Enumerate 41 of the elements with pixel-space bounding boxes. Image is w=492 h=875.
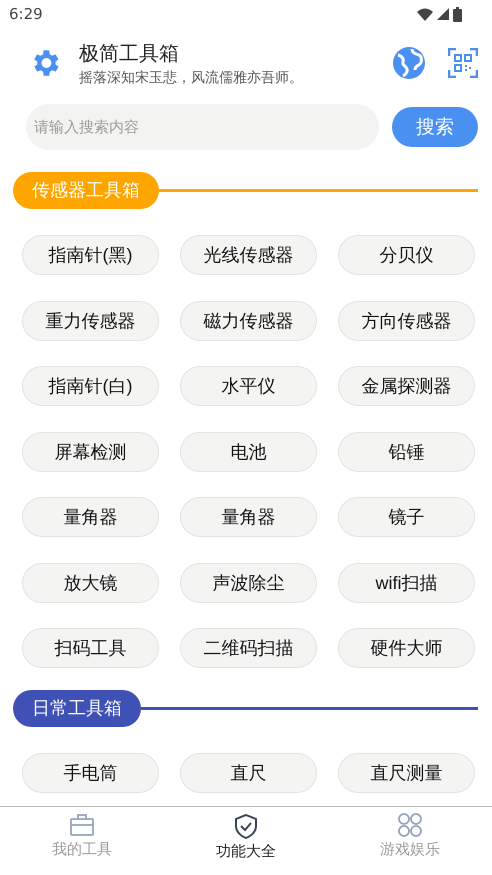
tool-button[interactable]: 磁力传感器 bbox=[180, 300, 317, 340]
tool-button[interactable]: 二维码扫描 bbox=[180, 628, 317, 668]
tool-button[interactable]: 光线传感器 bbox=[180, 235, 317, 275]
app-title: 极简工具箱 bbox=[79, 40, 180, 66]
tool-button[interactable]: 量角器 bbox=[22, 497, 159, 537]
toolbox-icon bbox=[69, 813, 95, 837]
tool-button[interactable]: wifi扫描 bbox=[338, 562, 475, 602]
apps-icon bbox=[398, 813, 422, 837]
tool-button[interactable]: 镜子 bbox=[338, 497, 475, 537]
wifi-icon bbox=[417, 8, 433, 20]
tool-button[interactable]: 重力传感器 bbox=[22, 300, 159, 340]
tool-button[interactable]: 铅锤 bbox=[338, 432, 475, 472]
tool-button[interactable]: 电池 bbox=[180, 432, 317, 472]
section-title: 传感器工具箱 bbox=[13, 172, 159, 209]
tool-button[interactable]: 直尺测量 bbox=[338, 753, 475, 793]
qr-scan-icon bbox=[448, 48, 478, 78]
shield-check-icon bbox=[233, 813, 259, 839]
status-time: 6:29 bbox=[9, 5, 43, 23]
tool-button[interactable]: 方向传感器 bbox=[338, 300, 475, 340]
tool-button[interactable]: 放大镜 bbox=[22, 562, 159, 602]
tool-button[interactable]: 硬件大师 bbox=[338, 628, 475, 668]
tool-button[interactable]: 手电筒 bbox=[22, 753, 159, 793]
nav-tab[interactable]: 功能大全 bbox=[164, 807, 328, 875]
tool-button[interactable]: 分贝仪 bbox=[338, 235, 475, 275]
tool-button[interactable]: 金属探测器 bbox=[338, 366, 475, 406]
tool-button[interactable]: 屏幕检测 bbox=[22, 432, 159, 472]
tool-button[interactable]: 指南针(白) bbox=[22, 366, 159, 406]
tool-button[interactable]: 量角器 bbox=[180, 497, 317, 537]
tool-button[interactable]: 指南针(黑) bbox=[22, 235, 159, 275]
tool-button[interactable]: 水平仪 bbox=[180, 366, 317, 406]
tool-button[interactable]: 声波除尘 bbox=[180, 562, 317, 602]
globe-icon bbox=[392, 46, 426, 80]
tool-button[interactable]: 直尺 bbox=[180, 753, 317, 793]
section-title: 日常工具箱 bbox=[13, 690, 141, 727]
search-field[interactable]: 请输入搜索内容 bbox=[26, 104, 379, 150]
battery-icon bbox=[453, 6, 462, 22]
tool-button[interactable]: 扫码工具 bbox=[22, 628, 159, 668]
app-subtitle: 摇落深知宋玉悲，风流儒雅亦吾师。 bbox=[79, 68, 304, 86]
signal-icon bbox=[437, 8, 449, 20]
qr-scan-button[interactable] bbox=[448, 48, 478, 78]
globe-button[interactable] bbox=[392, 46, 426, 80]
